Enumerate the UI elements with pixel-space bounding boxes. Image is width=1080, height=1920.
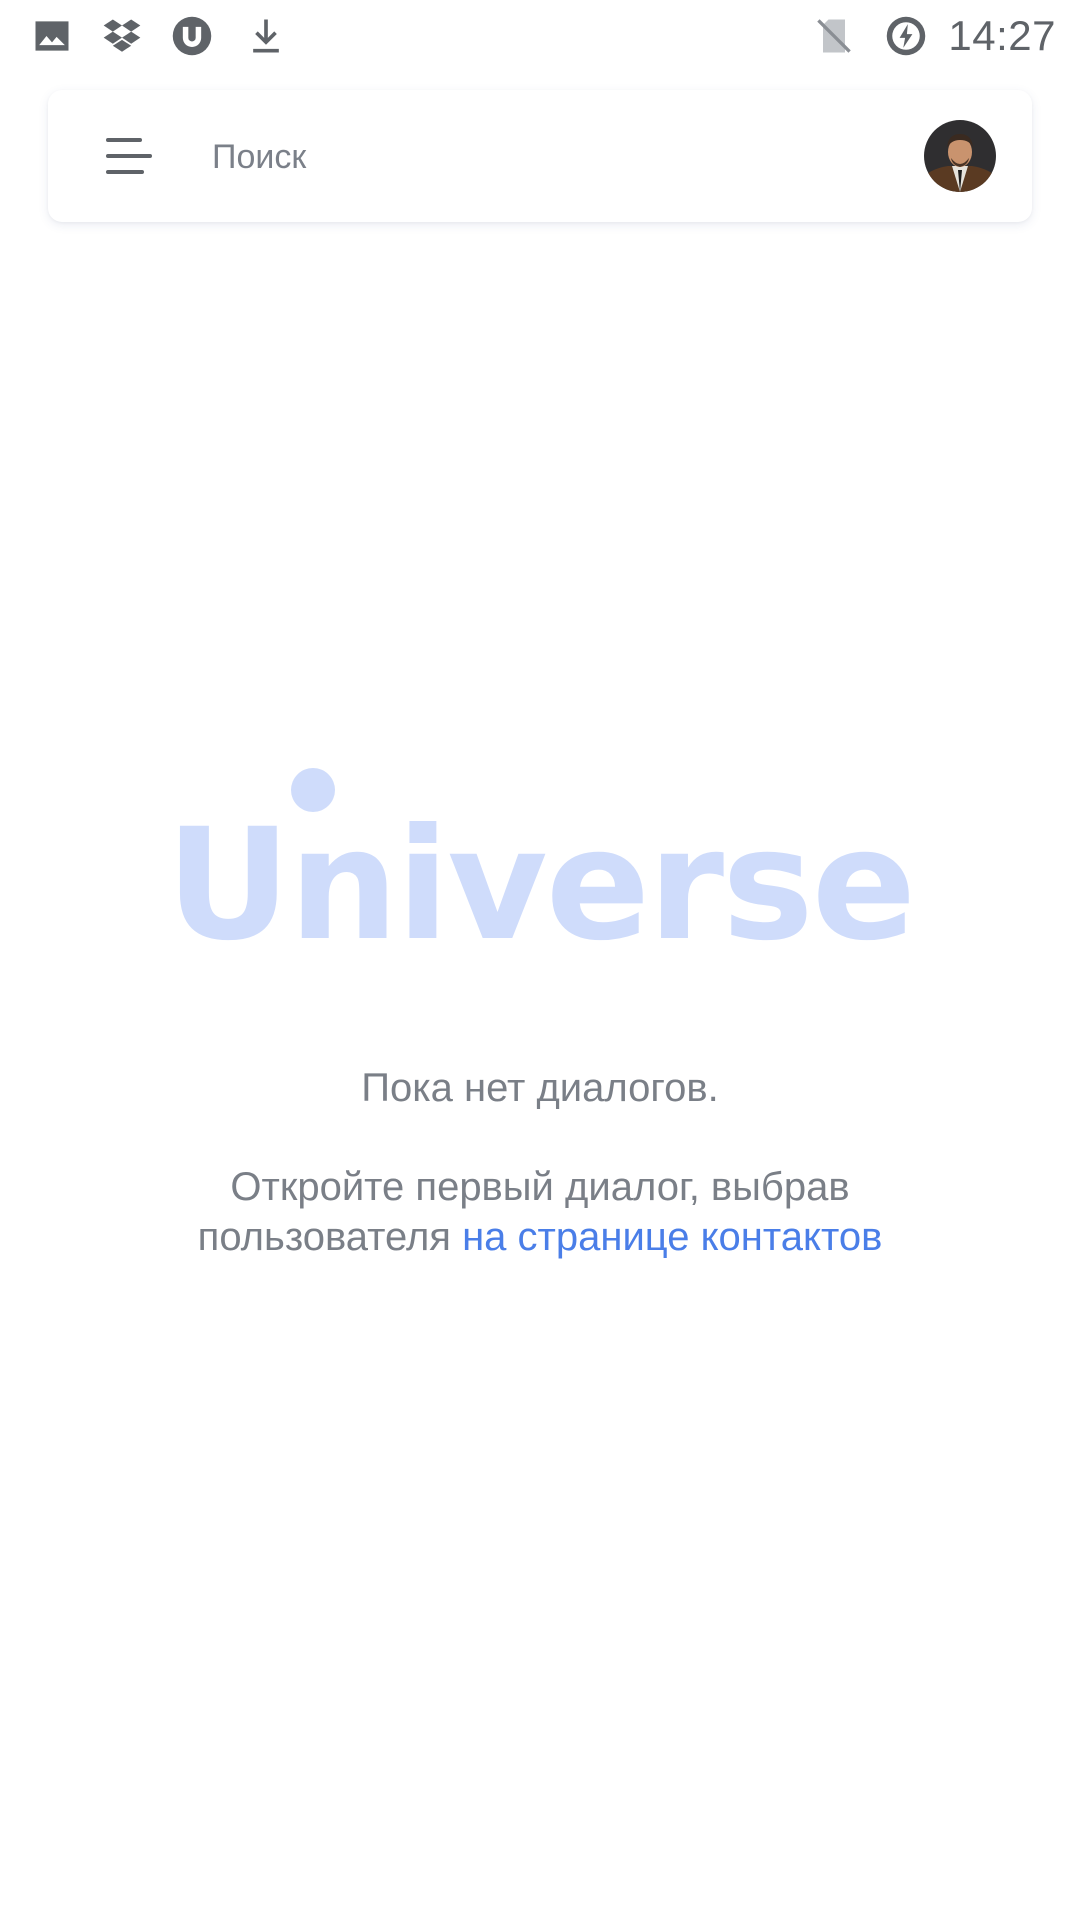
universe-logo: Universe [166,768,916,960]
contacts-page-link[interactable]: на странице контактов [462,1215,882,1259]
status-bar: 14:27 [0,0,1080,72]
menu-icon[interactable] [96,126,160,186]
search-bar [48,90,1032,222]
download-icon [253,19,279,53]
empty-state-description: Откройте первый диалог, выбрав пользоват… [140,1162,940,1262]
empty-state-title: Пока нет диалогов. [361,1066,719,1110]
avatar-photo-icon [924,120,996,192]
logo-text: Universe [166,796,914,960]
avatar[interactable] [924,120,996,192]
battery-saver-icon [886,16,926,56]
status-time: 14:27 [948,12,1056,59]
dropbox-icon [103,19,141,52]
search-input[interactable] [210,120,914,194]
utorrent-icon [172,16,212,56]
no-sim-icon [817,19,851,53]
gallery-icon [35,21,69,51]
